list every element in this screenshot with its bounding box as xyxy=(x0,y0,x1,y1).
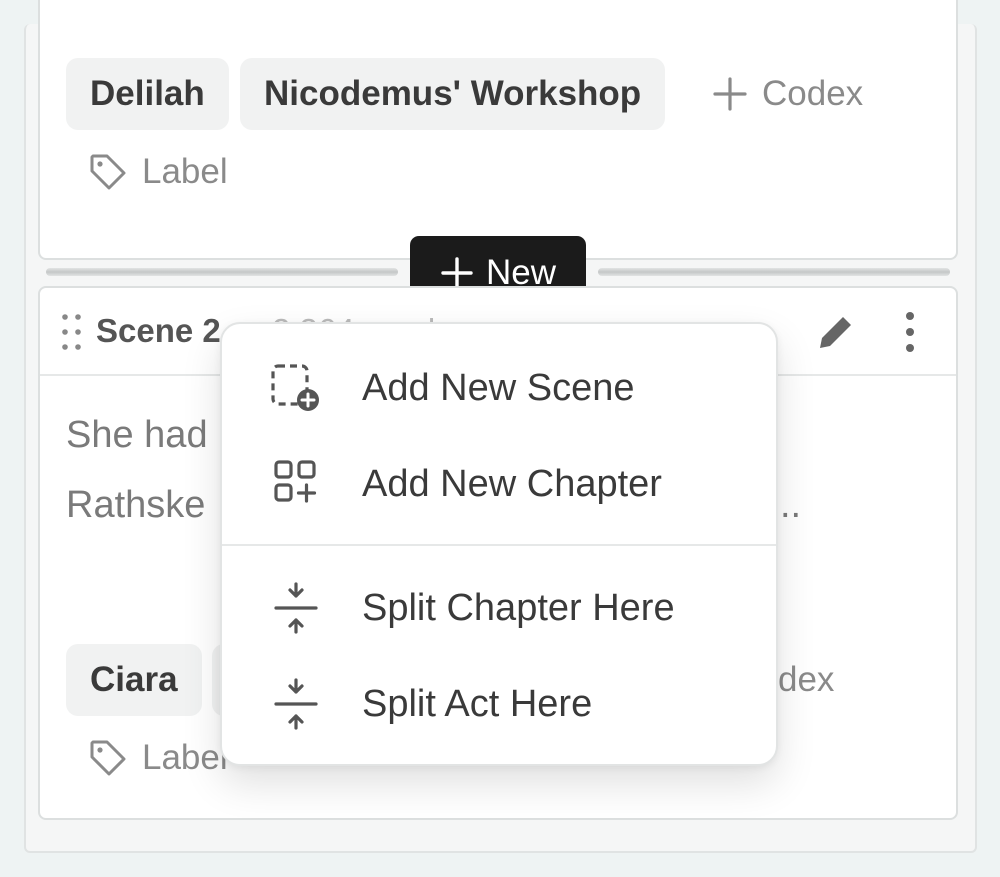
scene-summary-tail: .. xyxy=(780,484,802,526)
add-codex-button[interactable]: Codex xyxy=(712,74,863,114)
plus-icon xyxy=(441,256,473,289)
codex-tag-label: Ciara xyxy=(90,660,178,699)
scene-summary-line: She had xyxy=(66,414,208,456)
codex-tag-label: Delilah xyxy=(90,74,205,113)
pencil-icon[interactable] xyxy=(816,312,856,352)
insert-divider-right xyxy=(598,268,950,276)
add-scene-icon xyxy=(268,360,324,416)
scene-card-top: Delilah Nicodemus' Workshop Codex Label xyxy=(38,0,958,260)
menu-item-label: Add New Scene xyxy=(362,366,635,409)
menu-item-add-new-chapter[interactable]: Add New Chapter xyxy=(222,436,776,532)
more-vertical-icon[interactable] xyxy=(898,310,922,354)
codex-tag-chip[interactable]: Delilah xyxy=(66,58,229,130)
menu-item-label: Split Chapter Here xyxy=(362,586,675,629)
plus-icon xyxy=(713,77,747,111)
split-icon xyxy=(268,676,324,732)
new-item-menu: Add New Scene Add New Chapter Split Chap… xyxy=(220,322,778,766)
split-icon xyxy=(268,580,324,636)
menu-item-add-new-scene[interactable]: Add New Scene xyxy=(222,340,776,436)
add-codex-label[interactable]: dex xyxy=(778,660,834,700)
label-button-text: Label xyxy=(142,152,228,191)
insert-divider-left xyxy=(46,268,398,276)
tag-icon xyxy=(90,740,126,776)
label-button-text: Label xyxy=(142,738,228,777)
scene-summary-line: Rathske xyxy=(66,484,206,526)
codex-tag-chip[interactable]: Nicodemus' Workshop xyxy=(240,58,666,130)
codex-tag-chip[interactable]: Ciara xyxy=(66,644,202,716)
menu-item-label: Split Act Here xyxy=(362,682,593,725)
add-label-button[interactable]: Label xyxy=(88,738,228,778)
add-codex-label: Codex xyxy=(762,74,864,113)
scene-title: Scene 2 xyxy=(96,312,221,349)
add-chapter-icon xyxy=(268,456,324,512)
menu-item-split-act-here[interactable]: Split Act Here xyxy=(222,656,776,752)
menu-item-label: Add New Chapter xyxy=(362,462,662,505)
codex-tag-label: Nicodemus' Workshop xyxy=(264,74,642,113)
menu-separator xyxy=(222,544,776,546)
menu-item-split-chapter-here[interactable]: Split Chapter Here xyxy=(222,560,776,656)
tag-icon xyxy=(90,154,126,190)
drag-handle-icon[interactable] xyxy=(60,312,84,352)
add-label-button[interactable]: Label xyxy=(88,152,228,192)
